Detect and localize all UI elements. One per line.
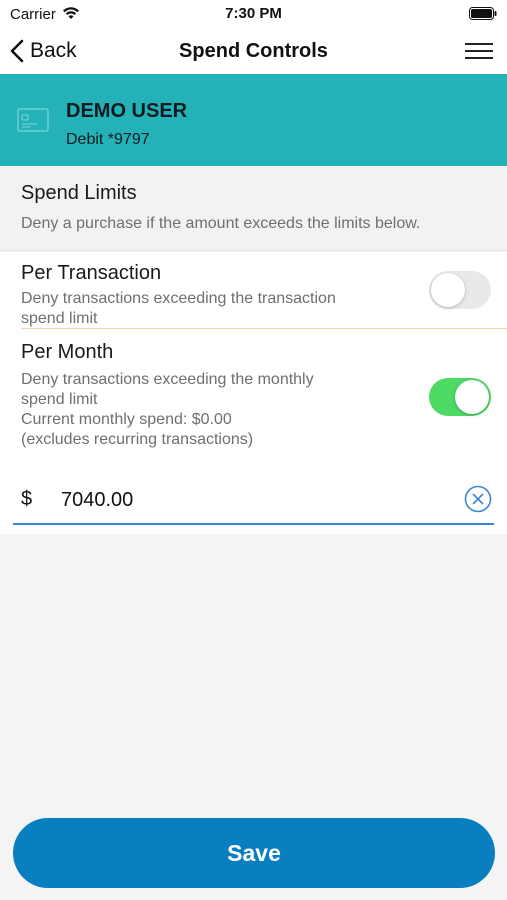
back-label: Back: [30, 39, 77, 62]
back-button[interactable]: Back: [10, 36, 77, 66]
card-icon: [17, 108, 49, 132]
spend-limits-section-header: Spend Limits Deny a purchase if the amou…: [0, 166, 507, 251]
per-transaction-description-line1: Deny transactions exceeding the transact…: [21, 290, 336, 307]
currency-symbol: $: [21, 488, 33, 510]
spend-limits-description: Deny a purchase if the amount exceeds th…: [21, 215, 421, 232]
monthly-limit-field: $: [13, 479, 494, 525]
status-time: 7:30 PM: [225, 5, 282, 22]
card-number: Debit *9797: [66, 131, 150, 148]
back-chevron-icon: [10, 39, 24, 63]
status-bar: Carrier 7:30 PM: [0, 0, 507, 28]
per-month-description-line1: Deny transactions exceeding the monthly: [21, 371, 314, 388]
toggle-knob: [455, 380, 489, 414]
card-banner: DEMO USER Debit *9797: [0, 74, 507, 166]
per-transaction-row: Per Transaction Deny transactions exceed…: [0, 252, 507, 329]
recurring-note: (excludes recurring transactions): [21, 431, 254, 448]
per-transaction-description-line2: spend limit: [21, 310, 98, 327]
per-transaction-toggle[interactable]: [429, 271, 491, 309]
spend-limits-title: Spend Limits: [21, 182, 137, 204]
per-month-description-line2: spend limit: [21, 391, 98, 408]
per-transaction-title: Per Transaction: [21, 262, 162, 284]
clear-icon[interactable]: [464, 485, 492, 513]
card-holder-name: DEMO USER: [66, 100, 188, 122]
save-button[interactable]: Save: [13, 818, 495, 888]
per-month-title: Per Month: [21, 341, 114, 363]
current-monthly-spend: Current monthly spend: $0.00: [21, 411, 232, 428]
per-month-toggle[interactable]: [429, 378, 491, 416]
per-month-row: Per Month Deny transactions exceeding th…: [0, 329, 507, 534]
toggle-knob: [431, 273, 465, 307]
nav-bar: Back Spend Controls: [0, 28, 507, 74]
monthly-limit-input[interactable]: [61, 483, 441, 517]
battery-icon: [469, 7, 497, 20]
menu-icon[interactable]: [465, 38, 495, 64]
